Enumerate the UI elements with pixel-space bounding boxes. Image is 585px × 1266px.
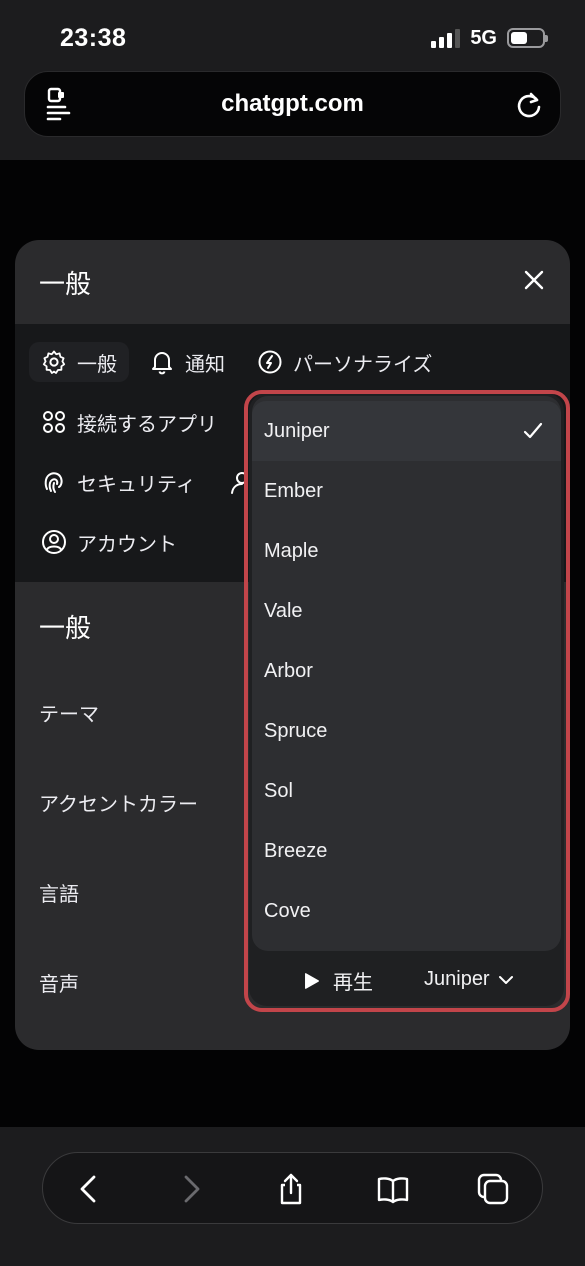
voice-option-label: Maple <box>264 539 319 562</box>
voice-option-label: Vale <box>264 599 303 622</box>
setting-voice-label: 音声 <box>39 974 79 996</box>
gear-icon <box>42 350 66 374</box>
reload-icon[interactable] <box>514 90 544 120</box>
chevron-right-icon <box>184 1175 200 1203</box>
voice-dropdown: Juniper Ember Maple Vale Arbor Spruce So… <box>249 393 564 1006</box>
nav-item-security[interactable]: セキュリティ <box>41 462 196 502</box>
bookmarks-button[interactable] <box>371 1167 415 1211</box>
browser-bottom-bar <box>0 1127 585 1266</box>
book-icon <box>377 1177 409 1204</box>
voice-select[interactable]: Juniper <box>424 968 514 991</box>
close-icon[interactable] <box>520 266 548 294</box>
chevron-down-icon <box>498 975 513 984</box>
voice-option-label: Breeze <box>264 839 328 862</box>
section-title: 一般 <box>39 613 92 643</box>
nav-label-account: アカウント <box>77 533 177 556</box>
url-text[interactable]: chatgpt.com <box>25 90 560 118</box>
tabs-icon <box>477 1173 509 1205</box>
nav-item-notifications[interactable]: 通知 <box>149 342 225 382</box>
network-type: 5G <box>470 26 497 49</box>
voice-option-breeze[interactable]: Breeze <box>252 821 561 881</box>
tabs-button[interactable] <box>471 1167 515 1211</box>
nav-label-personalize: パーソナライズ <box>293 353 433 376</box>
play-label: 再生 <box>333 972 373 994</box>
setting-language-label: 言語 <box>39 884 79 906</box>
fingerprint-icon <box>44 472 63 493</box>
nav-item-general[interactable]: 一般 <box>29 342 129 382</box>
play-voice-button[interactable]: 再生 <box>303 966 373 995</box>
voice-option-label: Spruce <box>264 719 328 742</box>
signal-icon <box>431 28 461 48</box>
voice-option-label: Ember <box>264 479 323 502</box>
browser-toolbar <box>42 1152 543 1224</box>
voice-option-juniper[interactable]: Juniper <box>252 401 561 461</box>
bell-icon <box>152 352 172 375</box>
setting-accent-color-label: アクセントカラー <box>39 794 198 816</box>
voice-option-maple[interactable]: Maple <box>252 521 561 581</box>
back-button[interactable] <box>67 1167 111 1211</box>
voice-option-label: Sol <box>264 779 293 802</box>
share-button[interactable] <box>269 1167 313 1211</box>
apps-icon <box>43 411 65 433</box>
status-time: 23:38 <box>60 24 127 52</box>
personalize-icon <box>258 350 282 374</box>
voice-option-label: Juniper <box>264 419 330 442</box>
nav-label-security: セキュリティ <box>77 473 196 496</box>
play-icon <box>305 972 319 989</box>
voice-option-spruce[interactable]: Spruce <box>252 701 561 761</box>
voice-select-value: Juniper <box>424 968 490 990</box>
voice-option-arbor[interactable]: Arbor <box>252 641 561 701</box>
share-icon <box>280 1173 302 1205</box>
voice-dropdown-footer: 再生 Juniper <box>249 956 564 1006</box>
checkmark-icon <box>523 422 543 439</box>
battery-icon <box>507 28 548 48</box>
address-bar[interactable]: chatgpt.com <box>24 71 561 137</box>
user-circle-icon <box>42 530 66 554</box>
chevron-left-icon <box>80 1175 96 1203</box>
forward-button[interactable] <box>169 1167 213 1211</box>
voice-option-cove[interactable]: Cove <box>252 881 561 941</box>
nav-label-general: 一般 <box>77 353 117 376</box>
modal-title: 一般 <box>39 269 92 299</box>
voice-option-label: Cove <box>264 899 311 922</box>
nav-item-account[interactable]: アカウント <box>41 522 177 562</box>
nav-item-connected-apps[interactable]: 接続するアプリ <box>41 402 217 442</box>
setting-theme-label: テーマ <box>39 704 99 726</box>
browser-top-bar: 23:38 5G chatgpt.com <box>0 0 585 160</box>
voice-option-list: Juniper Ember Maple Vale Arbor Spruce So… <box>252 396 561 951</box>
voice-option-vale[interactable]: Vale <box>252 581 561 641</box>
voice-option-ember[interactable]: Ember <box>252 461 561 521</box>
nav-item-personalize[interactable]: パーソナライズ <box>257 342 432 382</box>
voice-option-label: Arbor <box>264 659 313 682</box>
status-indicators: 5G <box>431 26 548 50</box>
voice-option-sol[interactable]: Sol <box>252 761 561 821</box>
nav-label-notifications: 通知 <box>185 353 225 376</box>
nav-label-connected-apps: 接続するアプリ <box>77 413 217 436</box>
